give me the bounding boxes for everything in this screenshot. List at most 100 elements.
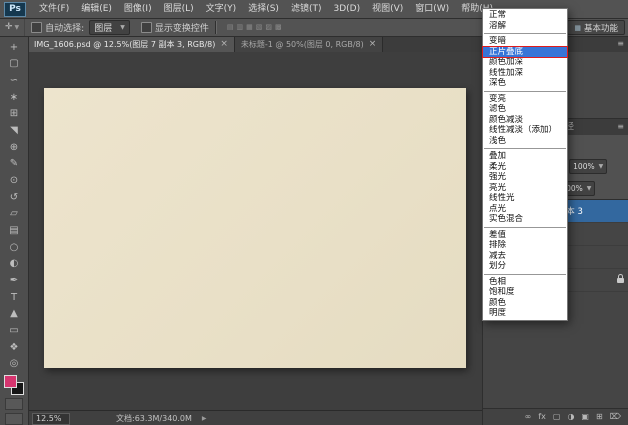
menu-select[interactable]: 选择(S) [242,1,285,18]
blend-option-pin-light[interactable]: 点光 [483,204,567,215]
workspace-switcher-button[interactable]: ▦ 基本功能 [567,20,625,35]
document-tab-untitled-1[interactable]: 未标题-1 @ 50%(图层 0, RGB/8) × [235,36,383,52]
menu-edit[interactable]: 编辑(E) [75,1,118,18]
align-right-icon[interactable]: ▦ [246,23,253,31]
blend-option-darken[interactable]: 变暗 [483,36,567,47]
opacity-combo[interactable]: 100% ▼ [569,159,607,174]
blend-option-color-burn[interactable]: 颜色加深 [483,57,567,68]
blend-mode-dropdown: 正常 溶解 变暗 正片叠底 颜色加深 线性加深 深色 变亮 滤色 颜色减淡 线性… [482,8,568,321]
panel-menu-icon[interactable]: ≡ [613,36,628,52]
blend-option-hard-light[interactable]: 强光 [483,172,567,183]
pen-tool[interactable]: ✒ [3,272,25,289]
blend-option-overlay[interactable]: 叠加 [483,151,567,162]
adjustment-layer-icon[interactable]: ◑ [567,409,574,425]
move-tool[interactable]: + [3,39,25,56]
blend-option-lighter-color[interactable]: 浅色 [483,136,567,147]
menu-image[interactable]: 图像(I) [118,1,158,18]
separator [484,91,566,92]
panel-menu-icon[interactable]: ≡ [613,119,628,135]
close-icon[interactable]: × [369,39,377,49]
blend-option-hard-mix[interactable]: 实色混合 [483,214,567,225]
blend-option-linear-burn[interactable]: 线性加深 [483,68,567,79]
show-transform-checkbox[interactable] [141,22,152,33]
history-brush-tool[interactable]: ↺ [3,189,25,206]
healing-brush-tool[interactable]: ⊕ [3,139,25,156]
lasso-tool[interactable]: ∽ [3,72,25,89]
auto-select-checkbox[interactable] [31,22,42,33]
align-left-icon[interactable]: ▤ [227,23,234,31]
distribute-middle-icon[interactable]: ▨ [265,23,272,31]
screen-mode-button[interactable] [5,413,23,425]
blend-option-dissolve[interactable]: 溶解 [483,21,567,32]
path-selection-tool[interactable]: ▲ [3,306,25,323]
blend-option-screen[interactable]: 滤色 [483,104,567,115]
layer-group-icon[interactable]: ▣ [581,409,589,425]
opacity-value: 100% [573,162,594,171]
show-transform-label: 显示变换控件 [155,21,209,34]
canvas-pasteboard [28,52,482,410]
zoom-tool[interactable]: ◎ [3,355,25,372]
menu-view[interactable]: 视图(V) [366,1,409,18]
menu-window[interactable]: 窗口(W) [409,1,455,18]
blend-option-darker-color[interactable]: 深色 [483,78,567,89]
photoshop-logo: Ps [4,2,26,17]
background-lock-icon [617,278,624,283]
hand-tool[interactable]: ❖ [3,339,25,356]
blend-option-hue[interactable]: 色相 [483,277,567,288]
eraser-tool[interactable]: ▱ [3,206,25,223]
add-layer-mask-icon[interactable]: ▢ [553,409,561,425]
new-layer-icon[interactable]: ⊞ [596,409,603,425]
type-tool[interactable]: T [3,289,25,306]
close-icon[interactable]: × [220,39,228,49]
blend-option-subtract[interactable]: 减去 [483,251,567,262]
shape-tool[interactable]: ▭ [3,322,25,339]
blend-option-soft-light[interactable]: 柔光 [483,162,567,173]
quick-selection-tool[interactable]: ∗ [3,89,25,106]
distribute-bottom-icon[interactable]: ▩ [275,23,282,31]
blend-option-difference[interactable]: 差值 [483,230,567,241]
layer-style-icon[interactable]: fx [538,409,546,425]
align-icons-group: ▤ ▥ ▦ ▧ ▨ ▩ [227,23,282,31]
blend-option-color[interactable]: 颜色 [483,298,567,309]
blend-option-normal[interactable]: 正常 [483,10,567,21]
auto-select-target-dropdown[interactable]: 图层 ▼ [89,20,130,35]
delete-layer-icon[interactable]: ⌦ [610,409,621,425]
distribute-top-icon[interactable]: ▧ [256,23,263,31]
blend-option-luminosity[interactable]: 明度 [483,308,567,319]
blend-option-vivid-light[interactable]: 亮光 [483,183,567,194]
brush-tool[interactable]: ✎ [3,156,25,173]
status-options-arrow-icon[interactable]: ▶ [202,415,207,422]
tool-preset-picker[interactable]: ✛ ▼ [0,18,25,36]
blend-option-exclusion[interactable]: 排除 [483,240,567,251]
blend-option-linear-dodge[interactable]: 线性减淡（添加） [483,125,567,136]
clone-stamp-tool[interactable]: ⊙ [3,172,25,189]
blend-option-color-dodge[interactable]: 颜色减淡 [483,115,567,126]
menu-3d[interactable]: 3D(D) [327,1,366,18]
blend-option-saturation[interactable]: 饱和度 [483,287,567,298]
menu-file[interactable]: 文件(F) [33,1,75,18]
workspace-switcher-label: 基本功能 [584,22,618,34]
menu-type[interactable]: 文字(Y) [200,1,243,18]
align-center-icon[interactable]: ▥ [237,23,244,31]
zoom-level-field[interactable]: 12.5% [32,413,70,425]
document-canvas[interactable] [44,88,466,368]
dodge-tool[interactable]: ◐ [3,256,25,273]
blend-option-linear-light[interactable]: 线性光 [483,193,567,204]
menu-filter[interactable]: 滤镜(T) [285,1,328,18]
blend-option-lighten[interactable]: 变亮 [483,94,567,105]
crop-tool[interactable]: ⊞ [3,106,25,123]
eyedropper-tool[interactable]: ◥ [3,122,25,139]
blend-option-divide[interactable]: 划分 [483,261,567,272]
gradient-tool[interactable]: ▤ [3,222,25,239]
auto-select-label: 自动选择: [45,21,84,34]
rectangular-marquee-tool[interactable]: ▢ [3,56,25,73]
document-tab-img-1606[interactable]: IMG_1606.psd @ 12.5%(图层 7 副本 3, RGB/8) × [28,36,235,52]
foreground-color-swatch[interactable] [4,375,17,388]
quick-mask-button[interactable] [5,398,23,410]
chevron-down-icon: ▼ [15,24,20,31]
blur-tool[interactable]: ○ [3,239,25,256]
blend-option-multiply[interactable]: 正片叠底 [483,47,567,58]
menu-layer[interactable]: 图层(L) [158,1,200,18]
link-layers-icon[interactable]: ∞ [525,409,532,425]
photoshop-window: Ps 文件(F) 编辑(E) 图像(I) 图层(L) 文字(Y) 选择(S) 滤… [0,0,628,425]
